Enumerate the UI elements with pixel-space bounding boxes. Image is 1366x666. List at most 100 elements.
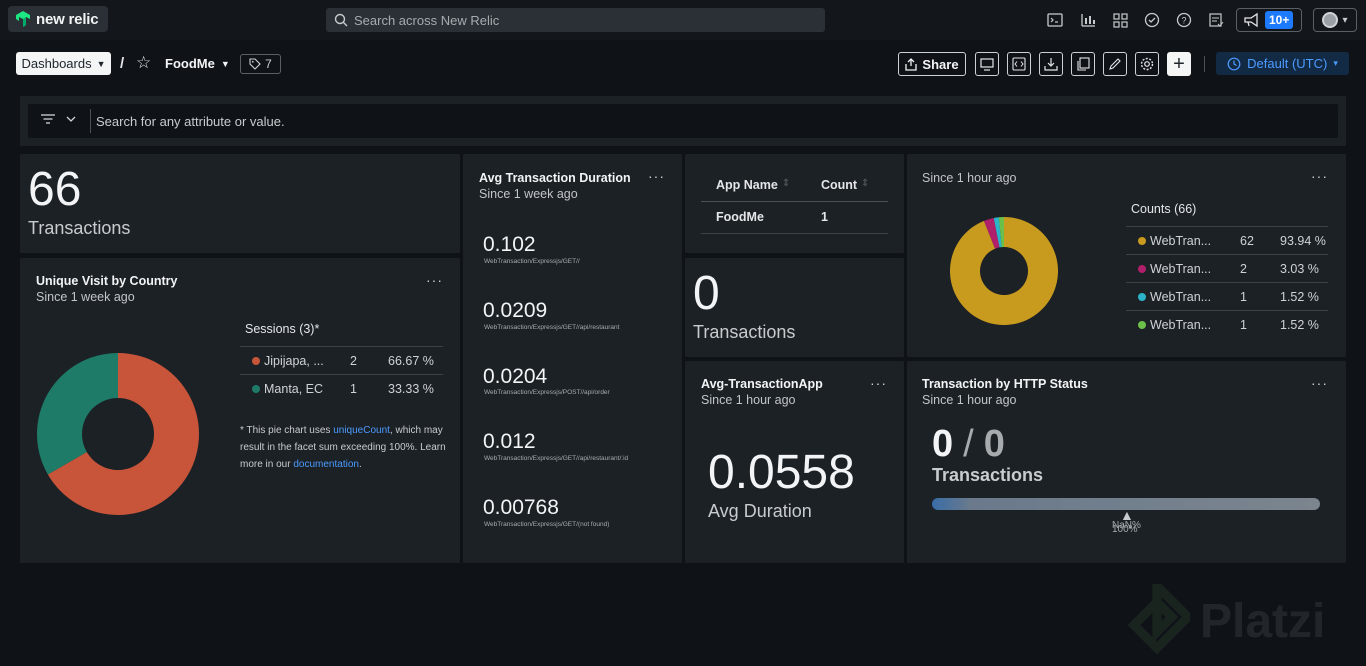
tv-mode-button[interactable] <box>975 52 999 76</box>
transactions-count: 66 <box>28 163 82 216</box>
apps-grid-icon[interactable] <box>1110 10 1130 30</box>
sort-icon[interactable]: ⇕ <box>782 178 790 189</box>
clock-icon <box>1227 57 1241 70</box>
status-value-a: 0 <box>932 423 954 465</box>
legend-color-dot <box>1138 293 1146 301</box>
legend-count: 2 <box>1240 262 1247 276</box>
transaction-by-http-status-widget[interactable]: Transaction by HTTP Status Since 1 hour … <box>907 361 1346 563</box>
documentation-link[interactable]: documentation <box>293 459 359 470</box>
legend-count: 1 <box>1240 318 1247 332</box>
legend-divider <box>1126 254 1328 255</box>
legend-row[interactable]: WebTran... 1 1.52 % <box>1138 318 1319 332</box>
chevron-down-icon: ▼ <box>220 58 230 69</box>
pie-slice[interactable] <box>950 217 1058 325</box>
announcements-button[interactable]: 10+ <box>1236 8 1302 32</box>
legend-color-dot <box>1138 265 1146 273</box>
avg-duration-label: Avg Duration <box>708 501 812 521</box>
toolbar-divider <box>1204 56 1205 72</box>
legend-row[interactable]: Manta, EC 1 33.33 % <box>252 382 434 396</box>
widget-title: Avg-TransactionApp <box>701 377 823 391</box>
user-menu-button[interactable]: ▾ <box>1313 8 1357 32</box>
legend-row[interactable]: WebTran... 2 3.03 % <box>1138 262 1319 276</box>
legend-row[interactable]: Jipijapa, ... 2 66.67 % <box>252 354 434 368</box>
megaphone-icon <box>1244 12 1258 28</box>
column-header-count[interactable]: Count <box>821 178 857 192</box>
widget-menu-icon[interactable]: ··· <box>870 375 887 391</box>
download-button[interactable] <box>1039 52 1063 76</box>
transactions-label: Transactions <box>693 322 796 342</box>
legend-row[interactable]: WebTran... 1 1.52 % <box>1138 290 1319 304</box>
note-text: * This pie chart uses <box>240 425 334 436</box>
svg-text:?: ? <box>1181 16 1186 26</box>
terminal-icon[interactable] <box>1045 10 1065 30</box>
global-search-input[interactable]: Search across New Relic <box>326 8 825 32</box>
duplicate-button[interactable] <box>1071 52 1095 76</box>
feedback-icon[interactable] <box>1206 10 1226 30</box>
transactions-count: 0 <box>693 267 720 320</box>
download-icon <box>1044 58 1058 71</box>
filter-input-container[interactable]: Search for any attribute or value. <box>28 104 1338 138</box>
pie-slice[interactable] <box>37 353 119 475</box>
http-status-ratio: 0 / 0 <box>932 423 1005 466</box>
dashboards-dropdown[interactable]: Dashboards ▼ <box>16 52 111 75</box>
help-icon[interactable]: ? <box>1174 10 1194 30</box>
notification-count-badge: 10+ <box>1265 11 1294 29</box>
new-relic-logo[interactable]: new relic <box>8 6 108 32</box>
table-cell-app-name: FoodMe <box>716 210 764 224</box>
widget-subtitle: Since 1 week ago <box>36 290 135 304</box>
settings-button[interactable] <box>1135 52 1159 76</box>
transaction-name: WebTransaction/Expressjs/GET/(not found) <box>484 521 610 528</box>
duration-value: 0.012 <box>483 430 536 453</box>
share-icon <box>905 58 918 71</box>
uniquecount-link[interactable]: uniqueCount <box>333 425 390 436</box>
chevron-down-icon: ▼ <box>96 58 106 69</box>
timezone-label: Default (UTC) <box>1247 56 1328 71</box>
add-widget-button[interactable]: + <box>1167 52 1191 76</box>
widget-menu-icon[interactable]: ··· <box>648 168 665 184</box>
avg-transaction-app-widget[interactable]: Avg-TransactionApp Since 1 hour ago ··· … <box>685 361 904 563</box>
share-button[interactable]: Share <box>898 52 966 76</box>
legend-transaction: WebTran... <box>1150 290 1212 304</box>
legend-divider <box>1126 282 1328 283</box>
widget-menu-icon[interactable]: ··· <box>426 272 443 288</box>
widget-title: Transaction by HTTP Status <box>922 377 1088 391</box>
pie-chart-note: * This pie chart uses uniqueCount, which… <box>240 422 448 473</box>
filter-input-placeholder[interactable]: Search for any attribute or value. <box>96 114 285 129</box>
widget-menu-icon[interactable]: ··· <box>1311 375 1328 391</box>
json-code-button[interactable] <box>1007 52 1031 76</box>
favorite-star-icon[interactable]: ☆ <box>136 53 151 73</box>
tags-button[interactable]: 7 <box>240 54 281 74</box>
legend-percent: 1.52 % <box>1280 318 1319 332</box>
duration-value: 0.0209 <box>483 299 548 322</box>
avg-transaction-duration-widget[interactable]: Avg Transaction Duration Since 1 week ag… <box>463 154 682 563</box>
column-header-app-name[interactable]: App Name <box>716 178 778 192</box>
pie-legend-title: Sessions (3)* <box>245 322 320 336</box>
dashboard-title: FoodMe <box>165 56 215 71</box>
widget-menu-icon[interactable]: ··· <box>1311 168 1328 184</box>
widget-title: Unique Visit by Country <box>36 274 178 288</box>
legend-divider <box>240 374 443 375</box>
unique-visit-by-country-widget[interactable]: Unique Visit by Country Since 1 week ago… <box>20 258 460 563</box>
chevron-down-icon: ▾ <box>1342 14 1348 26</box>
legend-count: 1 <box>1240 290 1247 304</box>
filter-menu-button[interactable] <box>40 113 76 125</box>
widget-subtitle: Since 1 hour ago <box>922 393 1017 407</box>
platzi-watermark: Platzi <box>1124 584 1325 658</box>
dashboard-title-dropdown[interactable]: FoodMe ▼ <box>165 56 230 71</box>
dashboards-label: Dashboards <box>21 56 92 71</box>
chevron-down-icon: ▾ <box>1333 58 1338 68</box>
duration-value: 0.0204 <box>483 365 548 388</box>
check-circle-icon[interactable] <box>1142 10 1162 30</box>
legend-row[interactable]: WebTran... 62 93.94 % <box>1138 234 1326 248</box>
watermark-text: Platzi <box>1200 594 1326 648</box>
legend-count: 2 <box>350 354 357 368</box>
chart-builder-icon[interactable] <box>1078 10 1098 30</box>
edit-button[interactable] <box>1103 52 1127 76</box>
app-count-table-widget[interactable]: App Name ⇕ Count ⇕ FoodMe 1 <box>685 154 904 253</box>
zero-transactions-billboard-widget[interactable]: 0 Transactions <box>685 258 904 357</box>
transaction-counts-pie-widget[interactable]: Since 1 hour ago ··· Counts (66) WebTran… <box>907 154 1346 357</box>
sort-icon[interactable]: ⇕ <box>861 178 869 189</box>
search-placeholder: Search across New Relic <box>354 12 500 28</box>
transactions-billboard-widget[interactable]: 66 Transactions <box>20 154 460 253</box>
time-picker-button[interactable]: Default (UTC) ▾ <box>1216 52 1349 75</box>
